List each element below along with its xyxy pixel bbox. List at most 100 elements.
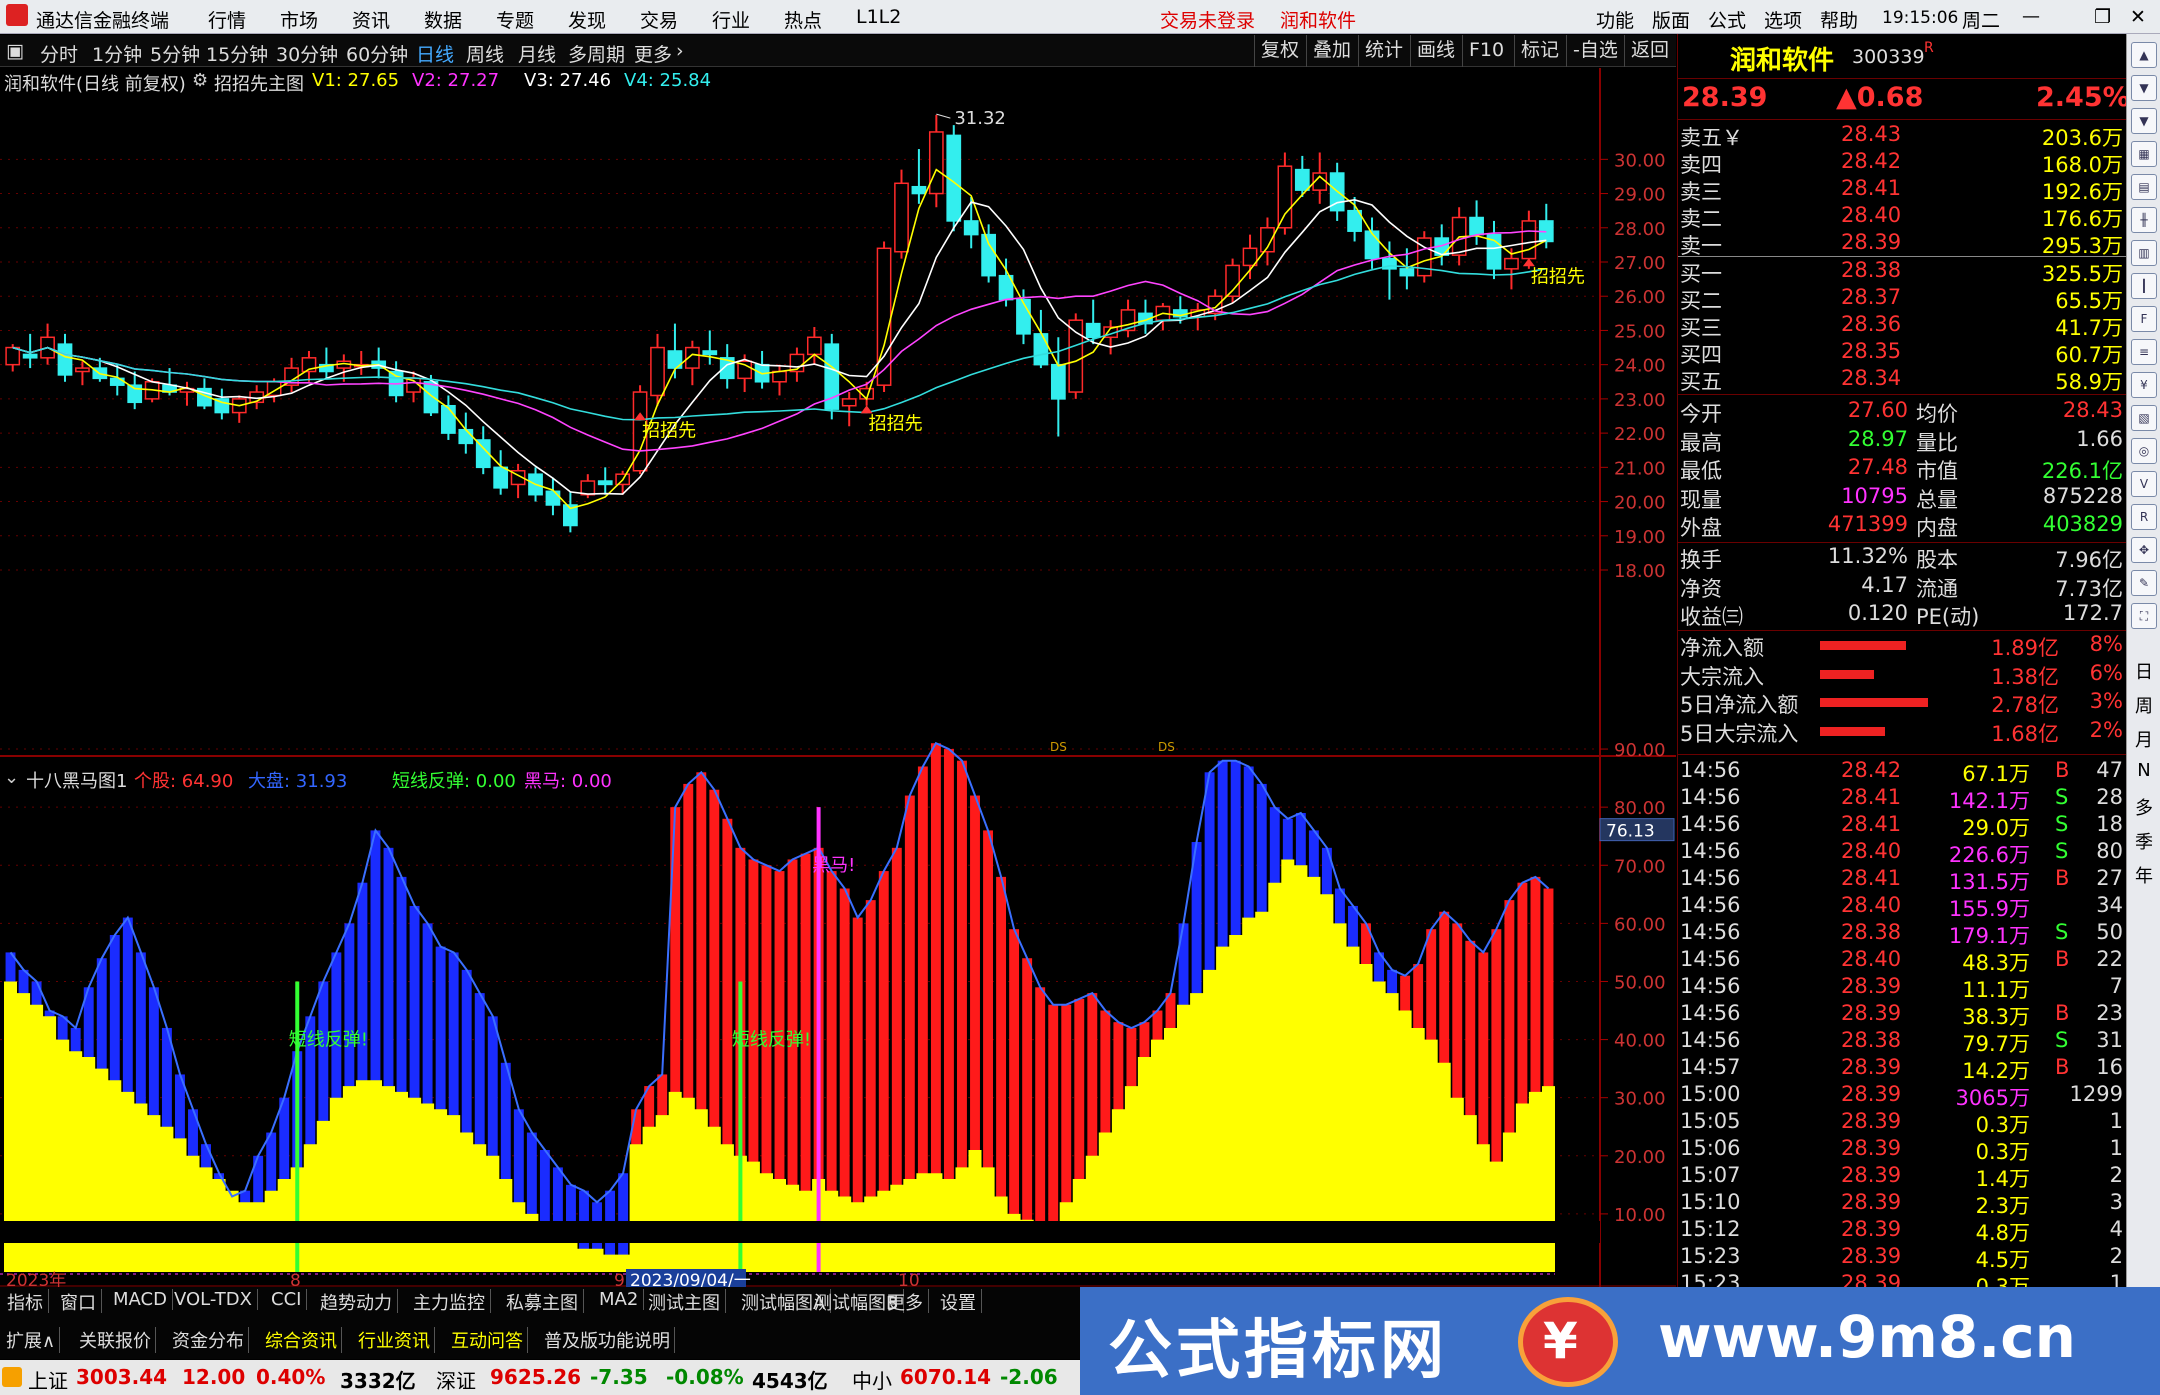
menu-item[interactable]: 市场	[280, 6, 318, 33]
extension-tab[interactable]: 普及版功能说明	[540, 1327, 675, 1353]
chevron-down-icon[interactable]: ⌄	[4, 767, 19, 788]
restore-icon[interactable]: ❐	[2094, 6, 2111, 28]
menu-item[interactable]: 交易	[640, 6, 678, 33]
period-item[interactable]: 周线	[466, 40, 504, 67]
sh-label[interactable]: 上证	[28, 1365, 68, 1394]
sz-amount: 4543亿	[752, 1369, 828, 1393]
period-item[interactable]: 15分钟	[206, 40, 268, 67]
sidebar-fs-icon[interactable]: ⛶	[2131, 603, 2157, 629]
tool-button[interactable]: F10	[1462, 35, 1510, 67]
indicator-tab[interactable]: 主力监控	[408, 1289, 491, 1315]
indicator-tab[interactable]: MACD	[108, 1289, 173, 1310]
period-item[interactable]: 60分钟	[346, 40, 408, 67]
sidebar-dn-icon[interactable]: ▼	[2131, 75, 2157, 101]
menu-item[interactable]: 热点	[784, 6, 822, 33]
menu-item[interactable]: 资讯	[352, 6, 390, 33]
sidebar-cross-icon[interactable]: ✥	[2131, 537, 2157, 563]
broker-label[interactable]: 润和软件	[1280, 6, 1356, 33]
menu-item[interactable]: 选项	[1764, 6, 1802, 33]
period-item[interactable]: 更多	[634, 40, 672, 67]
sidebar-f10-icon[interactable]: F	[2131, 306, 2157, 332]
indicator-tab[interactable]: 更多	[882, 1289, 929, 1315]
toolbar-toggle-icon[interactable]: ▣	[6, 40, 24, 62]
sidebar-calc-icon[interactable]: ▧	[2131, 405, 2157, 431]
extension-tab[interactable]: 互动问答	[447, 1327, 528, 1353]
kline-chart[interactable]: 短线反弹! 短线反弹!黑马! 31.32招招先 招招先招招先DSDS 30.0029…	[0, 68, 1676, 1288]
sidebar-period-item[interactable]: 季	[2127, 828, 2160, 854]
sidebar-up-icon[interactable]: ▲	[2131, 42, 2157, 68]
extension-tab[interactable]: 资金分布	[168, 1327, 249, 1353]
period-item-active[interactable]: 日线	[416, 40, 454, 67]
sidebar-pen-icon[interactable]: ✎	[2131, 570, 2157, 596]
menu-item[interactable]: 版面	[1652, 6, 1690, 33]
menu-item[interactable]: 行情	[208, 6, 246, 33]
period-item[interactable]: 1分钟	[92, 40, 142, 67]
sidebar-period-item[interactable]: 日	[2127, 658, 2160, 684]
tick-price: 28.41	[1841, 812, 1902, 836]
sidebar-period-item[interactable]: 月	[2127, 726, 2160, 752]
sz-label[interactable]: 深证	[436, 1365, 476, 1394]
last-price: 28.39	[1682, 82, 1768, 113]
extension-tab[interactable]: 关联报价	[75, 1327, 156, 1353]
period-item[interactable]: 分时	[40, 40, 78, 67]
indicator-tab[interactable]: 指标	[2, 1289, 49, 1315]
sub-indicator-name[interactable]: 十八黑马图1	[26, 767, 127, 793]
sidebar-candle-icon[interactable]: ┃	[2131, 273, 2157, 299]
sidebar-period-item[interactable]: 年	[2127, 862, 2160, 888]
tool-button[interactable]: 画线	[1410, 35, 1461, 67]
extension-tab[interactable]: 综合资讯	[261, 1327, 342, 1353]
tool-button[interactable]: 统计	[1358, 35, 1409, 67]
indicator-tab[interactable]: VOL-TDX	[169, 1289, 258, 1310]
menu-item[interactable]: 行业	[712, 6, 750, 33]
tool-button[interactable]: 叠加	[1306, 35, 1357, 67]
close-icon[interactable]: ✕	[2130, 6, 2146, 28]
sidebar-rsi-icon[interactable]: R	[2131, 504, 2157, 530]
minimize-icon[interactable]: —	[2022, 6, 2040, 27]
sidebar-kline-icon[interactable]: ╫	[2131, 207, 2157, 233]
extension-tab[interactable]: 扩展∧	[2, 1327, 61, 1353]
sidebar-fin-icon[interactable]: ¥	[2131, 372, 2157, 398]
zx-label[interactable]: 中小	[852, 1365, 892, 1394]
menu-item[interactable]: 功能	[1596, 6, 1634, 33]
tool-button[interactable]: 标记	[1514, 35, 1565, 67]
chevron-right-icon[interactable]: ›	[676, 40, 684, 62]
menu-item[interactable]: 数据	[424, 6, 462, 33]
sidebar-scan-icon[interactable]: ◎	[2131, 438, 2157, 464]
date-label: 8	[290, 1271, 301, 1288]
sidebar-dn-icon[interactable]: ▼	[2131, 108, 2157, 134]
indicator-tab[interactable]: 测试主图	[643, 1289, 726, 1315]
sidebar-bar2-icon[interactable]: ▥	[2131, 240, 2157, 266]
indicator-tab[interactable]: 趋势动力	[315, 1289, 398, 1315]
sidebar-period-item[interactable]: N	[2127, 760, 2160, 781]
extension-tab[interactable]: 行业资讯	[354, 1327, 435, 1353]
indicator-tab[interactable]: 窗口	[55, 1289, 102, 1315]
bid-label: 买五	[1680, 370, 1722, 394]
sidebar-period-item[interactable]: 周	[2127, 692, 2160, 718]
expand-icon[interactable]	[2, 1367, 22, 1387]
period-item[interactable]: 月线	[518, 40, 556, 67]
menu-item[interactable]: 发现	[568, 6, 606, 33]
indicator-name[interactable]: 招招先主图	[214, 70, 304, 96]
sidebar-list-icon[interactable]: ≡	[2131, 339, 2157, 365]
menu-item[interactable]: L1L2	[856, 6, 901, 28]
sidebar-period-item[interactable]: 多	[2127, 794, 2160, 820]
period-item[interactable]: 多周期	[568, 40, 625, 67]
menu-item[interactable]: 公式	[1708, 6, 1746, 33]
tick-price: 28.40	[1841, 893, 1902, 917]
period-item[interactable]: 30分钟	[276, 40, 338, 67]
sidebar-bar-icon[interactable]: ▤	[2131, 174, 2157, 200]
indicator-tab[interactable]: 设置	[935, 1289, 982, 1315]
tool-button[interactable]: 返回	[1624, 35, 1675, 67]
sidebar-vol-icon[interactable]: V	[2131, 471, 2157, 497]
login-status[interactable]: 交易未登录	[1160, 6, 1255, 33]
indicator-settings-icon[interactable]: ⚙	[192, 70, 208, 91]
tool-button[interactable]: 复权	[1254, 35, 1305, 67]
menu-item[interactable]: 帮助	[1820, 6, 1858, 33]
period-item[interactable]: 5分钟	[150, 40, 200, 67]
tool-button[interactable]: -自选	[1566, 35, 1624, 67]
indicator-tab[interactable]: CCI	[266, 1289, 308, 1310]
menu-item[interactable]: 专题	[496, 6, 534, 33]
sidebar-grid-icon[interactable]: ▦	[2131, 141, 2157, 167]
indicator-tab[interactable]: MA2	[594, 1289, 645, 1310]
indicator-tab[interactable]: 私募主图	[501, 1289, 584, 1315]
